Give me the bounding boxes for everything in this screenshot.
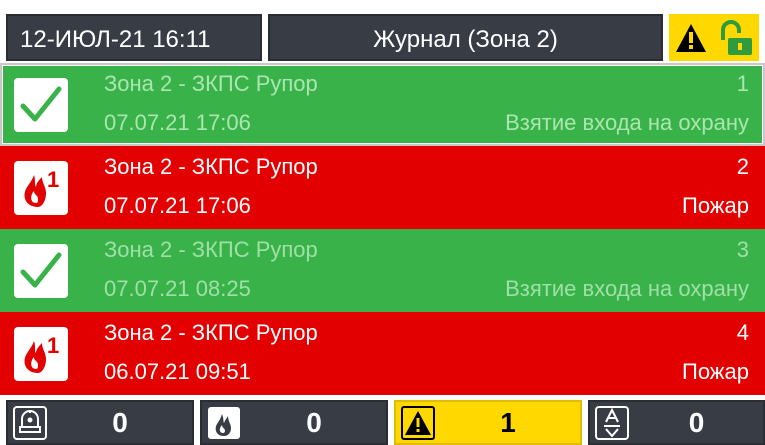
event-description: Взятие входа на охрану xyxy=(505,110,749,135)
fire-icon xyxy=(208,407,240,439)
journal-screen: 12-ИЮЛ-21 16:11 Журнал (Зона 2) Зона 2 -… xyxy=(0,0,765,445)
datetime-display: 12-ИЮЛ-21 16:11 xyxy=(6,14,262,61)
siren-icon xyxy=(13,406,47,440)
event-zone: Зона 2 - ЗКПС Рупор xyxy=(104,237,318,262)
header-bar: 12-ИЮЛ-21 16:11 Журнал (Зона 2) xyxy=(0,0,765,63)
event-time: 07.07.21 17:06 xyxy=(104,110,251,135)
disabled-counter-button[interactable]: 0 xyxy=(588,400,765,445)
svg-text:1: 1 xyxy=(47,167,59,192)
event-number: 1 xyxy=(736,71,749,96)
event-number: 2 xyxy=(736,154,749,179)
fire-1-icon: 1 xyxy=(14,161,68,215)
fire-1-icon: 1 xyxy=(14,327,68,381)
page-title: Журнал (Зона 2) xyxy=(268,14,663,61)
event-row[interactable]: Зона 2 - ЗКПС Рупор 1 07.07.21 17:06 Взя… xyxy=(0,63,765,146)
event-list[interactable]: Зона 2 - ЗКПС Рупор 1 07.07.21 17:06 Взя… xyxy=(0,63,765,396)
event-description: Взятие входа на охрану xyxy=(505,276,749,301)
fault-counter-button[interactable]: 1 xyxy=(394,400,582,445)
event-zone: Зона 2 - ЗКПС Рупор xyxy=(104,71,318,96)
siren-count: 0 xyxy=(112,407,128,438)
disabled-count: 0 xyxy=(688,407,705,438)
checkmark-icon xyxy=(14,78,68,132)
event-time: 06.07.21 09:51 xyxy=(104,359,251,384)
event-row[interactable]: Зона 2 - ЗКПС Рупор 3 07.07.21 08:25 Взя… xyxy=(0,229,765,312)
alert-indicator[interactable] xyxy=(669,14,713,61)
event-number: 4 xyxy=(736,320,749,345)
siren-counter-button[interactable]: 0 xyxy=(6,400,194,445)
event-description: Пожар xyxy=(682,193,749,218)
warning-triangle-icon xyxy=(401,406,435,440)
event-time: 07.07.21 17:06 xyxy=(104,193,251,218)
checkmark-icon xyxy=(14,244,68,298)
lock-button[interactable] xyxy=(713,14,759,61)
unlocked-padlock-icon xyxy=(721,20,752,55)
fire-counter-button[interactable]: 0 xyxy=(200,400,388,445)
event-description: Пожар xyxy=(682,359,749,384)
fire-count: 0 xyxy=(306,407,322,438)
event-row[interactable]: 1 Зона 2 - ЗКПС Рупор 4 06.07.21 09:51 П… xyxy=(0,312,765,395)
disabled-input-icon xyxy=(595,406,629,440)
svg-text:1: 1 xyxy=(47,333,59,358)
warning-triangle-icon xyxy=(676,24,706,52)
event-row[interactable]: 1 Зона 2 - ЗКПС Рупор 2 07.07.21 17:06 П… xyxy=(0,146,765,229)
event-number: 3 xyxy=(736,237,749,262)
event-time: 07.07.21 08:25 xyxy=(104,276,251,301)
event-zone: Зона 2 - ЗКПС Рупор xyxy=(104,154,318,179)
fault-count: 1 xyxy=(500,407,516,438)
status-counters: 0 0 1 0 xyxy=(0,398,765,445)
event-zone: Зона 2 - ЗКПС Рупор xyxy=(104,320,318,345)
